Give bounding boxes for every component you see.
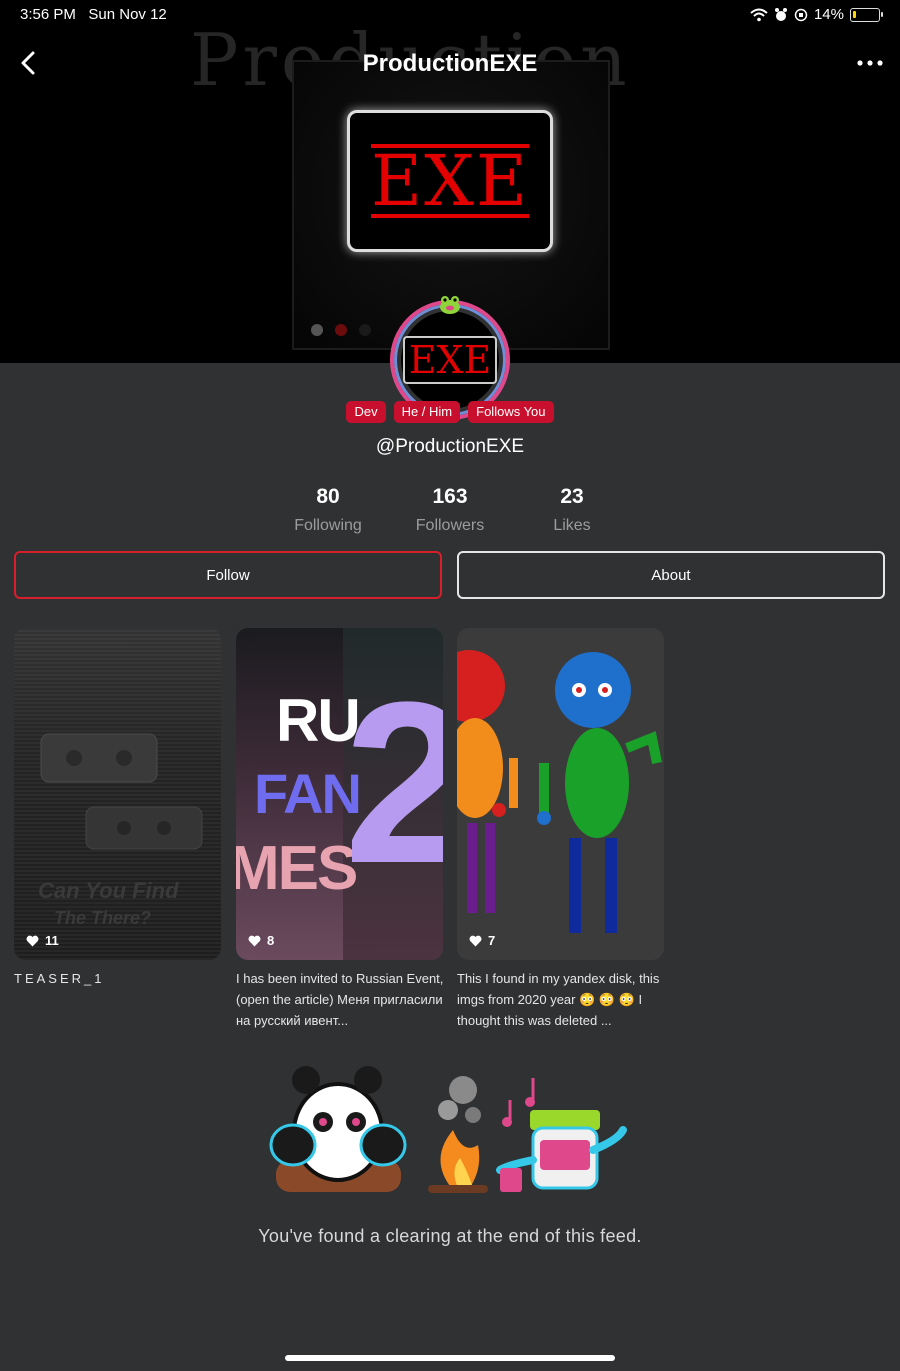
heart-icon [26, 935, 39, 946]
status-time: 3:56 PM Sun Nov 12 [20, 6, 167, 23]
post-likes: 11 [26, 933, 59, 948]
stat-likes[interactable]: 23 Likes [512, 485, 632, 535]
profile-stats: 80 Following 163 Followers 23 Likes [268, 485, 632, 535]
tv-knob [311, 324, 323, 336]
about-button[interactable]: About [457, 551, 885, 599]
cassette-tape-image [40, 733, 158, 783]
more-dots-icon [857, 60, 883, 66]
stat-followers[interactable]: 163 Followers [390, 485, 510, 535]
avatar-image: EXE [401, 311, 499, 409]
status-right: 14% [750, 6, 883, 23]
profile-handle: @ProductionEXE [375, 436, 525, 457]
thumbnail-overlay-text: Can You Find [38, 878, 179, 903]
status-bar: 3:56 PM Sun Nov 12 14% [0, 0, 900, 30]
cassette-tape-image [85, 806, 203, 850]
more-options-button[interactable] [854, 50, 886, 76]
follow-button[interactable]: Follow [14, 551, 442, 599]
alarm-icon [774, 7, 787, 21]
heart-icon [248, 935, 261, 946]
battery-percent: 14% [813, 6, 844, 23]
badge-pronouns: He / Him [393, 401, 461, 423]
stat-label: Followers [415, 517, 485, 534]
banner-screen: EXE [347, 110, 553, 252]
post-card[interactable]: Can You Find The There? 11 [14, 628, 221, 960]
stat-value: 163 [432, 485, 468, 508]
post-card[interactable]: 7 [457, 628, 664, 960]
end-of-feed-illustration [269, 1066, 627, 1193]
stat-value: 23 [560, 485, 584, 508]
badge-follows-you: Follows You [468, 401, 554, 423]
wifi-icon [750, 8, 768, 21]
tv-knob [335, 324, 347, 336]
post-card[interactable]: RU FAN MES 2 8 [236, 628, 443, 960]
post-caption[interactable]: TEASER_1 [14, 968, 229, 989]
stat-following[interactable]: 80 Following [268, 485, 388, 535]
heart-icon [469, 935, 482, 946]
thumbnail-text: MES [236, 834, 358, 903]
post-likes: 8 [248, 933, 274, 948]
stickman-figures-image [457, 650, 662, 933]
post-caption[interactable]: This I found in my yandex disk, this img… [457, 968, 672, 1031]
frog-icon [440, 296, 460, 314]
stat-value: 80 [316, 485, 340, 508]
badge-dev: Dev [346, 401, 386, 423]
orientation-lock-icon [794, 8, 808, 21]
post-likes: 7 [469, 933, 495, 948]
thumbnail-overlay-text: The There? [54, 908, 152, 928]
end-of-feed-message: You've found a clearing at the end of th… [258, 1226, 642, 1246]
stat-label: Following [294, 517, 362, 534]
home-indicator[interactable] [285, 1355, 615, 1361]
battery-icon [850, 7, 883, 22]
profile-badges: Dev He / Him Follows You [0, 401, 900, 423]
post-caption[interactable]: I has been invited to Russian Event,(ope… [236, 968, 451, 1031]
stat-label: Likes [553, 517, 591, 534]
thumbnail-text: 2 [344, 654, 443, 911]
tv-knob [359, 324, 371, 336]
page-title: ProductionEXE [362, 50, 538, 77]
